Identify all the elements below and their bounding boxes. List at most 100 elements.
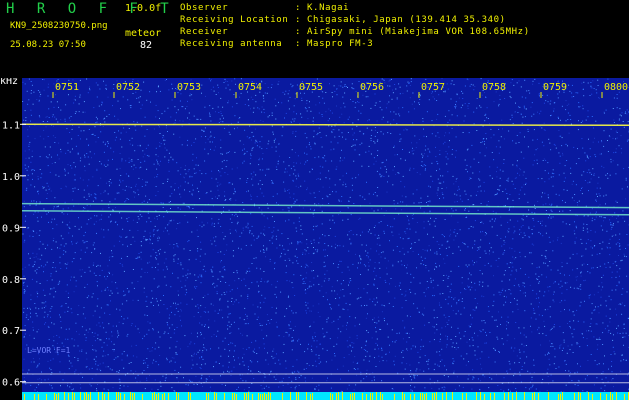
noise-dot <box>415 147 417 149</box>
noise-dot <box>425 288 427 290</box>
noise-dot <box>118 130 119 132</box>
noise-dot <box>539 390 541 392</box>
noise-dot <box>620 148 622 150</box>
noise-dot <box>313 270 314 271</box>
noise-dot <box>508 228 510 230</box>
noise-dot <box>341 271 343 273</box>
noise-dot <box>545 256 547 258</box>
noise-dot <box>155 252 157 254</box>
noise-dot <box>52 135 54 137</box>
noise-dot <box>545 203 547 205</box>
noise-dot <box>211 271 213 273</box>
noise-dot <box>292 262 294 264</box>
noise-dot <box>476 358 478 360</box>
noise-dot <box>507 322 509 324</box>
noise-dot <box>533 309 535 311</box>
noise-dot <box>80 249 82 251</box>
noise-dot <box>201 364 203 366</box>
noise-dot <box>513 84 515 86</box>
noise-dot <box>294 387 296 389</box>
noise-dot <box>40 177 42 179</box>
noise-dot <box>392 263 394 265</box>
noise-dot <box>566 262 568 264</box>
noise-dot <box>434 225 436 227</box>
noise-dot <box>55 241 57 243</box>
noise-dot <box>410 371 412 373</box>
noise-dot <box>518 142 520 143</box>
noise-dot <box>212 304 214 306</box>
noise-dot <box>319 165 321 167</box>
noise-dot <box>536 293 538 295</box>
noise-dot <box>104 190 106 192</box>
noise-dot <box>111 341 112 343</box>
noise-dot <box>86 358 88 360</box>
noise-dot <box>217 182 219 184</box>
noise-dot <box>145 239 147 241</box>
noise-dot <box>125 173 127 175</box>
noise-dot <box>242 149 243 151</box>
noise-dot <box>140 241 142 243</box>
noise-dot <box>142 150 144 152</box>
noise-dot <box>261 148 263 150</box>
noise-dot <box>97 285 98 287</box>
noise-dot <box>294 255 296 257</box>
noise-dot <box>569 326 571 327</box>
noise-dot <box>328 203 330 204</box>
noise-dot <box>382 133 384 135</box>
noise-dot <box>530 106 532 108</box>
noise-dot <box>407 81 409 83</box>
noise-dot <box>365 349 367 351</box>
noise-dot <box>43 208 45 210</box>
noise-dot <box>165 377 167 379</box>
noise-dot <box>57 121 59 123</box>
noise-dot <box>37 178 39 180</box>
noise-dot <box>135 167 137 169</box>
noise-dot <box>386 323 388 325</box>
noise-dot <box>191 359 193 361</box>
noise-dot <box>338 214 340 216</box>
noise-dot <box>449 291 451 293</box>
noise-dot <box>83 101 85 103</box>
noise-dot <box>581 82 583 84</box>
noise-dot <box>559 119 561 121</box>
noise-dot <box>48 211 49 213</box>
noise-dot <box>241 232 243 234</box>
noise-dot <box>406 90 408 92</box>
noise-dot <box>601 277 603 278</box>
noise-dot <box>471 337 473 339</box>
noise-dot <box>492 251 494 253</box>
noise-dot <box>393 119 395 121</box>
noise-dot <box>200 378 202 380</box>
noise-dot <box>514 347 516 349</box>
noise-dot <box>137 230 139 231</box>
noise-dot <box>125 160 127 162</box>
noise-dot <box>197 332 198 334</box>
noise-dot <box>474 298 476 299</box>
noise-dot <box>581 255 583 257</box>
noise-dot <box>222 276 224 278</box>
noise-dot <box>250 213 252 215</box>
noise-dot <box>231 183 233 185</box>
noise-dot <box>474 243 476 245</box>
noise-dot <box>576 309 578 311</box>
noise-dot <box>296 199 298 201</box>
noise-dot <box>564 299 566 301</box>
noise-dot <box>32 169 34 170</box>
noise-dot <box>399 251 401 253</box>
noise-dot <box>154 176 156 178</box>
noise-dot <box>331 290 333 292</box>
noise-dot <box>569 257 571 259</box>
noise-dot <box>120 108 121 110</box>
noise-dot <box>569 349 571 351</box>
noise-dot <box>39 95 41 97</box>
noise-dot <box>255 139 257 141</box>
noise-dot <box>258 164 260 166</box>
noise-dot <box>553 293 554 295</box>
noise-dot <box>402 92 404 94</box>
noise-dot <box>263 343 265 345</box>
noise-dot <box>155 257 156 259</box>
noise-dot <box>290 387 292 388</box>
noise-dot <box>246 317 248 319</box>
noise-dot <box>22 233 24 235</box>
noise-dot <box>119 379 121 381</box>
